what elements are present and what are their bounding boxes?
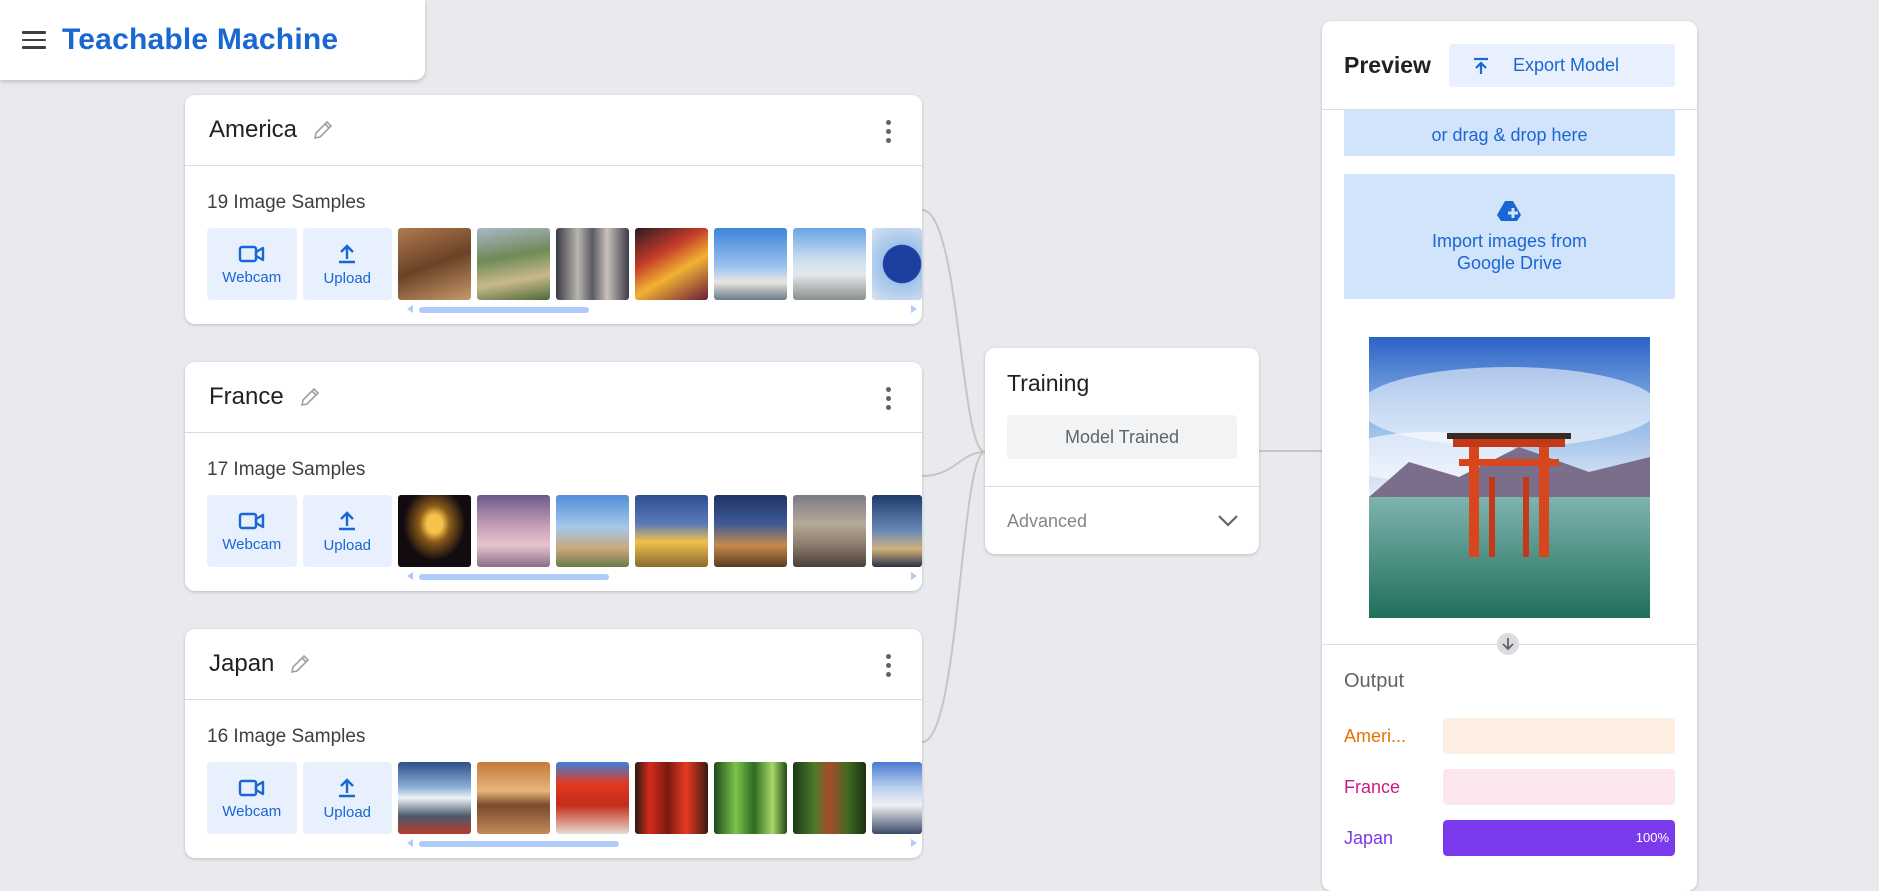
samples-row: Webcam Upload [207, 762, 922, 847]
webcam-button[interactable]: Webcam [207, 495, 297, 567]
upload-icon [339, 243, 356, 263]
thumbnail-strip[interactable] [398, 762, 922, 834]
advanced-toggle[interactable]: Advanced [985, 486, 1259, 555]
thumbnail-strip[interactable] [398, 228, 922, 300]
sample-count: 17 Image Samples [207, 459, 366, 480]
drive-line2: Google Drive [1456, 252, 1563, 273]
sample-thumbnail[interactable] [477, 495, 550, 567]
class-card-france: France 17 Image Samples Webcam Upload [185, 362, 922, 591]
class-card-japan: Japan 16 Image Samples Webcam Upload [185, 629, 922, 858]
output-label: France [1344, 776, 1401, 797]
drop-zone-text: or drag & drop here [1431, 125, 1588, 145]
videocam-icon [238, 779, 264, 796]
webcam-button[interactable]: Webcam [207, 228, 297, 300]
sample-thumbnail[interactable] [714, 228, 787, 300]
advanced-label: Advanced [1007, 510, 1088, 531]
upload-label: Upload [323, 269, 372, 287]
preview-image [1369, 337, 1650, 618]
class-card-header: Japan [185, 629, 922, 700]
class-card-header: France [185, 362, 922, 433]
sample-count: 16 Image Samples [207, 726, 366, 747]
samples-row: Webcam Upload [207, 228, 922, 313]
thumbnail-scrollbar[interactable] [407, 839, 917, 847]
preview-title: Preview [1344, 51, 1431, 78]
train-model-button[interactable]: Model Trained [1007, 415, 1237, 459]
output-row: Japan 100% [1344, 820, 1675, 856]
menu-icon[interactable] [22, 28, 46, 52]
confidence-bar [1443, 769, 1675, 805]
videocam-icon [238, 245, 264, 262]
upload-button[interactable]: Upload [302, 495, 392, 567]
sample-thumbnail[interactable] [635, 228, 708, 300]
google-drive-icon [1496, 200, 1521, 221]
training-title: Training [1007, 370, 1090, 396]
sample-thumbnail[interactable] [635, 762, 708, 834]
upload-icon [339, 777, 356, 797]
webcam-label: Webcam [222, 802, 282, 820]
output-title: Output [1344, 670, 1405, 692]
sample-thumbnail[interactable] [872, 495, 922, 567]
pencil-icon[interactable] [288, 652, 312, 676]
videocam-icon [238, 512, 264, 529]
sample-thumbnail[interactable] [872, 762, 922, 834]
pencil-icon[interactable] [311, 118, 335, 142]
class-card-header: America [185, 95, 922, 166]
upload-icon [1474, 57, 1488, 74]
app-title[interactable]: Teachable Machine [62, 23, 338, 57]
output-label: Japan [1344, 827, 1394, 848]
sample-count: 19 Image Samples [207, 192, 366, 213]
more-options-icon[interactable] [886, 120, 892, 143]
output-row: France [1344, 769, 1675, 805]
more-options-icon[interactable] [886, 654, 892, 677]
confidence-bar: 100% [1443, 820, 1675, 856]
sample-thumbnail[interactable] [398, 228, 471, 300]
samples-row: Webcam Upload [207, 495, 922, 580]
arrow-down-icon[interactable] [1497, 633, 1519, 655]
confidence-bar [1443, 718, 1675, 754]
confidence-percent: 100% [1635, 830, 1669, 845]
export-model-label: Export Model [1513, 55, 1620, 75]
thumbnail-strip[interactable] [398, 495, 922, 567]
thumbnail-scrollbar[interactable] [407, 572, 917, 580]
thumbnail-scrollbar[interactable] [407, 305, 917, 313]
sample-thumbnail[interactable] [793, 495, 866, 567]
webcam-button[interactable]: Webcam [207, 762, 297, 834]
preview-header: Preview Export Model [1322, 21, 1697, 110]
sample-thumbnail[interactable] [556, 495, 629, 567]
sample-thumbnail[interactable] [793, 762, 866, 834]
upload-label: Upload [323, 536, 372, 554]
training-card: Training Model Trained Advanced [985, 348, 1259, 554]
sample-thumbnail[interactable] [556, 762, 629, 834]
pencil-icon[interactable] [298, 385, 322, 409]
sample-thumbnail[interactable] [635, 495, 708, 567]
upload-icon [339, 510, 356, 530]
sample-thumbnail[interactable] [398, 762, 471, 834]
class-name[interactable]: Japan [209, 650, 274, 678]
sample-thumbnail[interactable] [556, 228, 629, 300]
sample-thumbnail[interactable] [714, 762, 787, 834]
sample-thumbnail[interactable] [714, 495, 787, 567]
sample-thumbnail[interactable] [477, 228, 550, 300]
class-name[interactable]: France [209, 383, 284, 411]
sample-thumbnail[interactable] [872, 228, 922, 300]
more-options-icon[interactable] [886, 387, 892, 410]
output-row: Ameri... [1344, 718, 1675, 754]
sample-thumbnail[interactable] [477, 762, 550, 834]
import-google-drive-button[interactable]: Import images from Google Drive [1344, 174, 1675, 299]
preview-panel: Preview Export Model or drag & drop here… [1322, 21, 1697, 891]
drive-line1: Import images from [1431, 230, 1588, 251]
class-name[interactable]: America [209, 116, 297, 144]
webcam-label: Webcam [222, 268, 282, 286]
sample-thumbnail[interactable] [398, 495, 471, 567]
output-label: Ameri... [1344, 725, 1407, 746]
webcam-label: Webcam [222, 535, 282, 553]
chevron-down-icon [1218, 515, 1238, 527]
class-card-america: America 19 Image Samples Webcam Upload [185, 95, 922, 324]
upload-button[interactable]: Upload [302, 762, 392, 834]
sample-thumbnail[interactable] [793, 228, 866, 300]
app-header: Teachable Machine [0, 0, 425, 80]
upload-label: Upload [323, 803, 372, 821]
upload-button[interactable]: Upload [302, 228, 392, 300]
export-model-button[interactable]: Export Model [1449, 44, 1675, 87]
